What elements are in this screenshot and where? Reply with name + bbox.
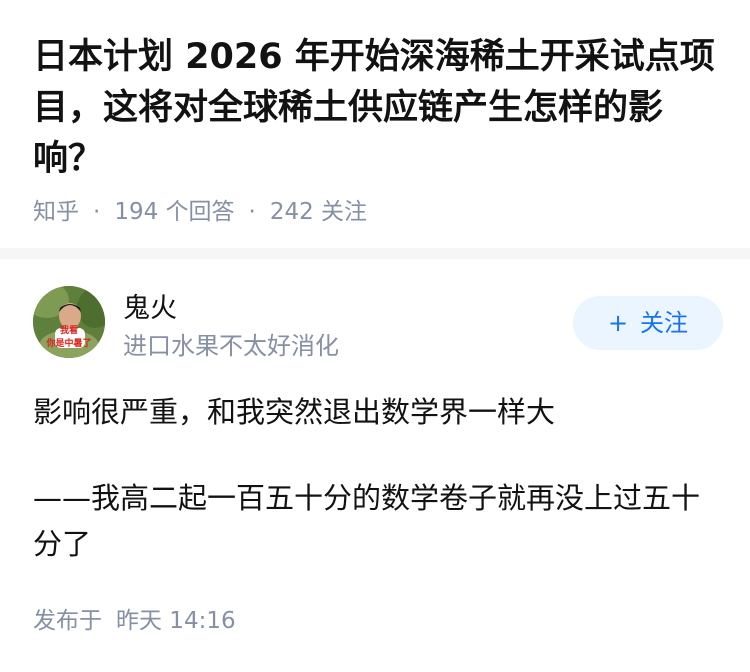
author-name[interactable]: 鬼火 xyxy=(123,292,177,326)
meta-separator: · xyxy=(248,199,256,225)
follow-button-label: 关注 xyxy=(640,309,689,337)
avatar-caption: 我看 xyxy=(60,324,78,336)
follow-button[interactable]: + 关注 xyxy=(573,296,723,350)
avatar-image: 我看 你是中暑了 xyxy=(33,286,105,358)
question-title[interactable]: 日本计划 2026 年开始深海稀土开采试点项目，这将对全球稀土供应链产生怎样的影… xyxy=(33,32,723,185)
answer-paragraph: ——我高二起一百五十分的数学卷子就再没上过五十分了 xyxy=(33,481,701,561)
section-divider xyxy=(0,248,750,259)
question-header: 日本计划 2026 年开始深海稀土开采试点项目，这将对全球稀土供应链产生怎样的影… xyxy=(0,0,750,250)
avatar-caption: 你是中暑了 xyxy=(45,337,91,349)
answers-count[interactable]: 194 个回答 xyxy=(114,199,234,225)
source-label: 知乎 xyxy=(33,199,79,225)
author-bio: 进口水果不太好消化 xyxy=(123,332,339,360)
meta-separator: · xyxy=(93,199,101,225)
answer-card: 我看 你是中暑了 鬼火 进口水果不太好消化 + 关注 影响很严重，和我突然退出数学… xyxy=(0,259,750,672)
avatar[interactable]: 我看 你是中暑了 xyxy=(33,286,105,358)
answer-paragraph: 影响很严重，和我突然退出数学界一样大 xyxy=(33,395,556,429)
followers-count: 242 关注 xyxy=(269,199,368,225)
answer-content[interactable]: 影响很严重，和我突然退出数学界一样大 ——我高二起一百五十分的数学卷子就再没上过… xyxy=(33,389,718,607)
publish-info: 发布于 昨天 14:16 xyxy=(33,603,236,639)
author-row: 我看 你是中暑了 鬼火 进口水果不太好消化 + 关注 xyxy=(33,286,723,362)
published-label: 发布于 xyxy=(33,608,102,634)
published-time: 昨天 14:16 xyxy=(116,608,236,634)
plus-icon: + xyxy=(607,309,629,337)
question-meta: 知乎 · 194 个回答 · 242 关注 xyxy=(33,192,367,232)
